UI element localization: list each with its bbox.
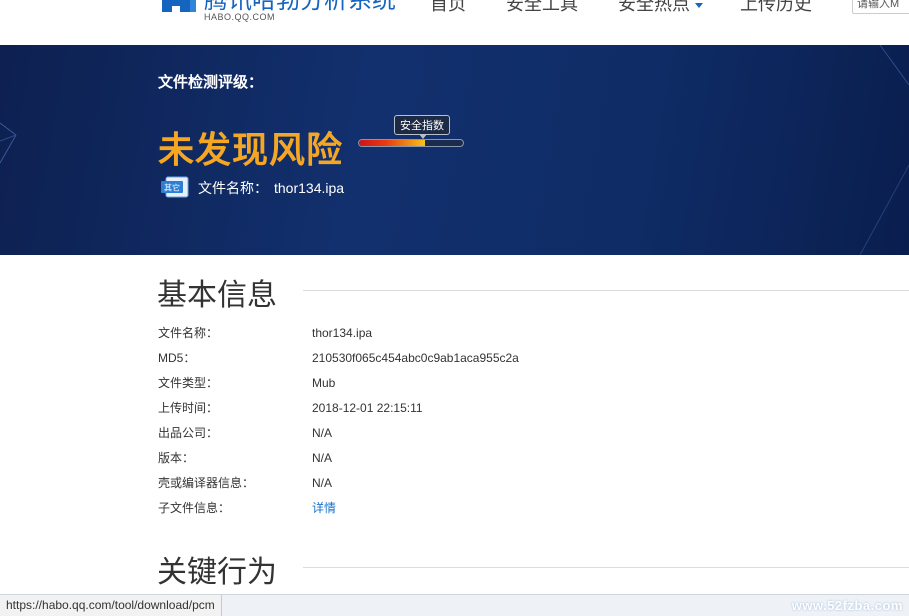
sub-file-details-link[interactable]: 详情 [312,499,336,517]
result-banner: 文件检测评级： 未发现风险 安全指数 其它 文件名称： thor134.ipa [0,45,909,255]
info-row-key: 子文件信息： [158,501,231,515]
watermark-text: www.52fzba.com [791,598,903,613]
info-row-value: N/A [312,476,333,490]
nav-security-hotspots-label: 安全热点 [618,0,690,14]
nav-home[interactable]: 首页 [430,0,466,16]
safety-index-meter-fill [359,140,425,146]
info-row-key: 版本： [158,451,195,465]
info-row-value: Mub [312,376,336,390]
chevron-down-icon [695,2,703,8]
banner-file-name-label: 文件名称： [198,180,268,196]
banner-file-name: 文件名称： thor134.ipa [198,178,344,198]
info-row-value: 210530f065c454abc0c9ab1aca955c2a [312,351,519,365]
logo-subtitle: HABO.QQ.COM [204,12,276,22]
file-type-other-icon: 其它 [161,176,189,198]
key-behavior-divider [303,567,909,568]
info-row-value: N/A [312,426,333,440]
browser-status-bar: https://habo.qq.com/tool/download/pcm ww… [0,594,909,616]
top-nav-bar: 腾讯哈勃分析系统 HABO.QQ.COM 首页 安全工具 安全热点 上传历史 请… [0,0,909,46]
status-url: https://habo.qq.com/tool/download/pcm [0,595,222,616]
habo-logo-icon [162,0,196,12]
info-row-key: MD5： [158,351,196,365]
info-row-value: N/A [312,451,333,465]
info-row-key: 出品公司： [158,426,219,440]
nav-security-hotspots[interactable]: 安全热点 [618,0,703,16]
info-row-value: 2018-12-01 22:15:11 [312,401,423,415]
safety-index-meter [358,139,464,147]
info-row-key: 壳或编译器信息： [158,476,255,490]
info-row-value: thor134.ipa [312,326,373,340]
svg-text:其它: 其它 [164,183,180,193]
banner-file-name-value: thor134.ipa [274,180,345,196]
safety-index-badge: 安全指数 [394,115,450,139]
nav-upload-history[interactable]: 上传历史 [740,0,812,16]
basic-info-title: 基本信息 [157,279,277,312]
info-row-key: 文件名称： [158,326,219,340]
banner-background-lines [0,45,909,255]
info-row-key: 上传时间： [158,401,219,415]
key-behavior-title: 关键行为 [157,556,277,589]
risk-result-text: 未发现风险 [158,129,344,170]
nav-security-tools[interactable]: 安全工具 [506,0,578,16]
basic-info-divider [303,290,909,291]
info-row-key: 文件类型： [158,376,219,390]
detection-grade-label: 文件检测评级： [158,74,264,91]
search-input[interactable]: 请输入M [852,0,909,14]
